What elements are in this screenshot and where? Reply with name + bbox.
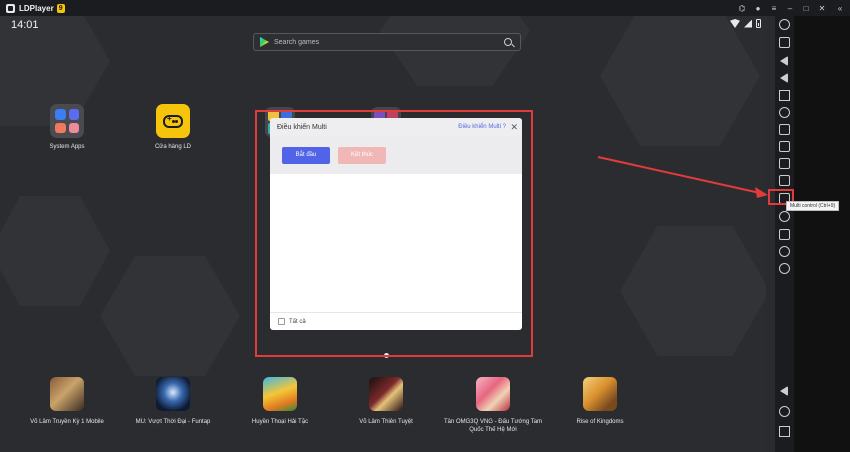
app-icon xyxy=(156,377,190,411)
recent-apps-icon[interactable] xyxy=(779,426,790,437)
app-version-badge: 9 xyxy=(56,3,65,13)
search-input[interactable]: Search games xyxy=(274,39,319,46)
search-bar[interactable]: Search games xyxy=(253,33,521,51)
home-icon[interactable] xyxy=(779,406,790,417)
title-bar: LDPlayer 9 ⌬ ● ≡ – □ ✕ « xyxy=(0,0,850,16)
settings-icon[interactable] xyxy=(779,19,790,30)
app-title: LDPlayer xyxy=(19,3,54,13)
ldplayer-logo-icon xyxy=(6,3,15,13)
play-store-icon xyxy=(260,37,269,47)
apk-install-icon[interactable] xyxy=(779,141,790,152)
app-label: Huyền Thoại Hải Tặc xyxy=(251,419,309,425)
menu-icon[interactable]: ≡ xyxy=(766,0,782,16)
app-icon xyxy=(263,377,297,411)
shake-icon[interactable] xyxy=(779,263,790,274)
maximize-icon[interactable]: □ xyxy=(798,0,814,16)
status-time: 14:01 xyxy=(11,19,39,31)
app-icon xyxy=(369,377,403,411)
background-hexagon xyxy=(620,226,766,356)
background-hexagon xyxy=(100,256,240,376)
ldplayer-window: LDPlayer 9 ⌬ ● ≡ – □ ✕ « 14:01 Search ga… xyxy=(0,0,850,452)
title-bar-controls: ⌬ ● ≡ – □ ✕ « xyxy=(734,0,850,16)
volume-down-icon[interactable] xyxy=(780,73,788,83)
status-icons xyxy=(730,19,761,28)
minimize-icon[interactable]: – xyxy=(782,0,798,16)
background-hexagon xyxy=(0,196,110,306)
app-label: Tân OMG3Q VNG - Đấu Tướng Tam Quốc Thế H… xyxy=(443,419,543,433)
folder-icon[interactable] xyxy=(779,229,790,240)
app-label: Rise of Kingdoms xyxy=(576,419,624,425)
volume-up-icon[interactable] xyxy=(780,56,788,66)
dock-app-omg3q[interactable]: Tân OMG3Q VNG - Đấu Tướng Tam Quốc Thế H… xyxy=(438,377,548,434)
folder-icon xyxy=(50,104,84,138)
signal-icon xyxy=(744,19,752,28)
app-label: System Apps xyxy=(49,144,85,150)
app-label: Võ Lâm Thiên Tuyệt xyxy=(359,419,413,425)
multi-control-tooltip: Multi control (Ctrl+9) xyxy=(786,201,840,211)
collapse-icon[interactable]: « xyxy=(830,0,850,16)
app-icon xyxy=(476,377,510,411)
ld-store-icon xyxy=(156,104,190,138)
app-label: Võ Lâm Truyền Kỳ 1 Mobile xyxy=(30,419,104,425)
background-hexagon xyxy=(600,16,760,146)
fullscreen-icon[interactable] xyxy=(779,90,790,101)
wifi-icon xyxy=(730,19,740,28)
rotate-icon[interactable] xyxy=(779,107,790,118)
dock-app-mu[interactable]: MU: Vượt Thời Đại - Funtap xyxy=(118,377,228,426)
background-hexagon xyxy=(380,16,530,86)
app-label: MU: Vượt Thời Đại - Funtap xyxy=(135,419,211,425)
app-icon xyxy=(50,377,84,411)
right-toolbar xyxy=(775,16,794,452)
gamepad-icon[interactable]: ⌬ xyxy=(734,0,750,16)
location-icon[interactable] xyxy=(779,246,790,257)
dock-app-rise-of-kingdoms[interactable]: Rise of Kingdoms xyxy=(545,377,655,426)
battery-icon xyxy=(756,19,761,28)
side-margin xyxy=(794,16,850,452)
search-icon[interactable] xyxy=(504,38,512,46)
recorder-icon[interactable] xyxy=(779,175,790,186)
dock-app-volam-thien-tuyet[interactable]: Võ Lâm Thiên Tuyệt xyxy=(331,377,441,426)
highlight-box xyxy=(255,110,533,357)
app-system-apps[interactable]: System Apps xyxy=(42,104,92,151)
back-icon[interactable] xyxy=(780,386,788,396)
keyboard-icon[interactable] xyxy=(779,37,790,48)
user-icon[interactable]: ● xyxy=(750,0,766,16)
dock-app-huyen-thoai[interactable]: Huyền Thoại Hải Tặc xyxy=(225,377,335,426)
sync-icon[interactable] xyxy=(779,211,790,222)
app-icon xyxy=(583,377,617,411)
app-ld-store[interactable]: Cửa hàng LD xyxy=(148,104,198,151)
cut-icon[interactable] xyxy=(779,158,790,169)
app-label: Cửa hàng LD xyxy=(154,144,192,150)
dock-app-volam1[interactable]: Võ Lâm Truyền Kỳ 1 Mobile xyxy=(12,377,122,426)
screenshot-icon[interactable] xyxy=(779,124,790,135)
close-icon[interactable]: ✕ xyxy=(814,0,830,16)
